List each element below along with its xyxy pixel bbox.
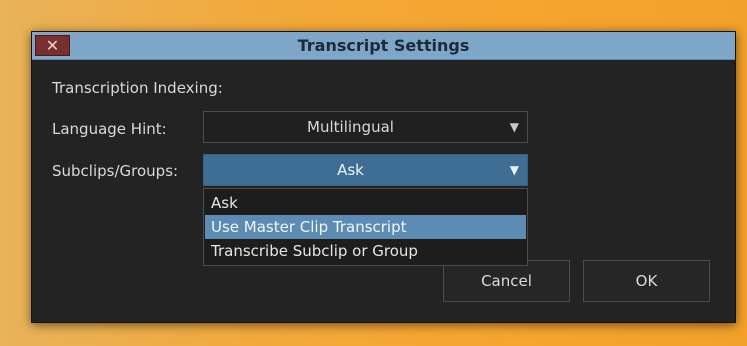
subclips-groups-dropdown-menu: Ask Use Master Clip Transcript Transcrib… bbox=[203, 188, 528, 266]
dialog-title: Transcript Settings bbox=[297, 36, 470, 55]
language-hint-value: Multilingual bbox=[307, 118, 394, 136]
chevron-down-icon: ▼ bbox=[509, 120, 519, 134]
chevron-down-icon: ▼ bbox=[509, 163, 519, 177]
dropdown-option-ask[interactable]: Ask bbox=[205, 191, 526, 215]
language-hint-select[interactable]: Multilingual ▼ bbox=[203, 111, 528, 143]
ok-button[interactable]: OK bbox=[583, 260, 710, 302]
subclips-groups-select[interactable]: Ask ▼ bbox=[203, 154, 528, 186]
close-icon: ✕ bbox=[45, 36, 60, 55]
language-hint-label: Language Hint: bbox=[52, 120, 167, 138]
section-heading: Transcription Indexing: bbox=[52, 79, 223, 97]
dropdown-option-transcribe-subclip-or-group[interactable]: Transcribe Subclip or Group bbox=[205, 239, 526, 263]
dropdown-option-use-master-clip-transcript[interactable]: Use Master Clip Transcript bbox=[205, 215, 526, 239]
subclips-groups-label: Subclips/Groups: bbox=[52, 162, 179, 180]
title-bar[interactable]: Transcript Settings ✕ bbox=[32, 32, 735, 60]
cancel-button[interactable]: Cancel bbox=[443, 260, 570, 302]
close-button[interactable]: ✕ bbox=[35, 35, 70, 56]
subclips-groups-value: Ask bbox=[337, 161, 364, 179]
transcript-settings-dialog: Transcript Settings ✕ Transcription Inde… bbox=[31, 31, 736, 323]
